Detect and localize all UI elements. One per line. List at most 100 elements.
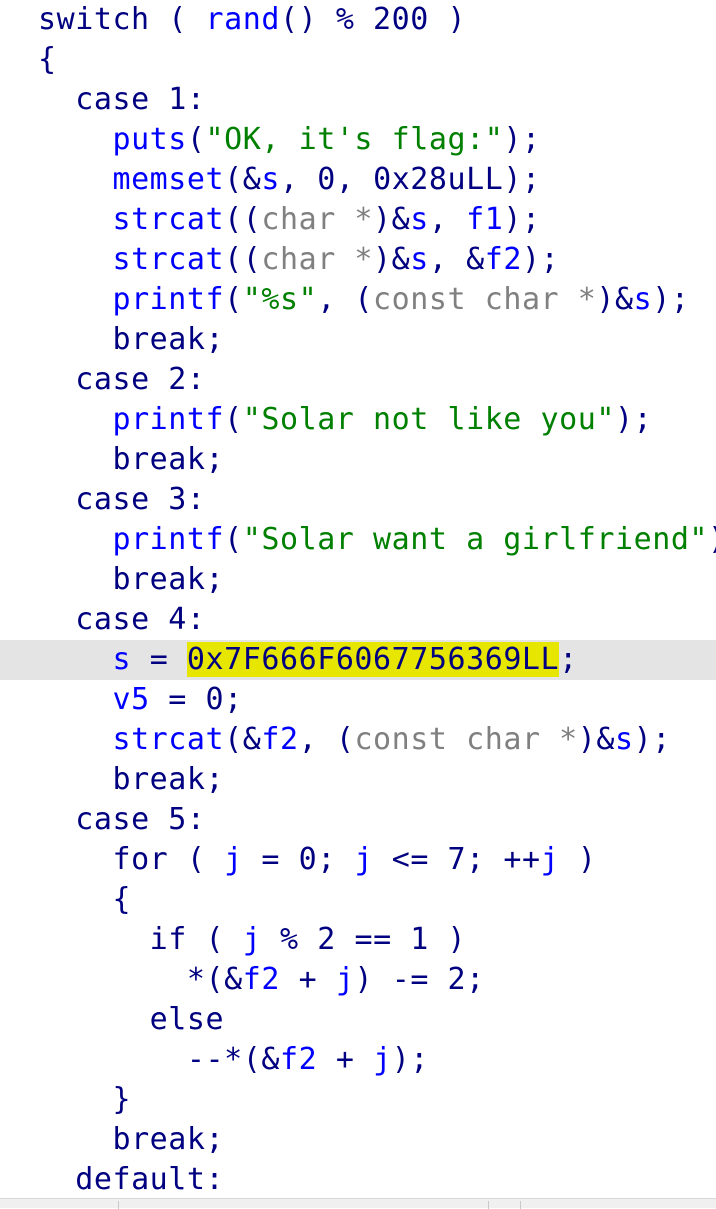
code-line[interactable]: } [0,1080,716,1120]
punctuation-token[interactable]: ); [392,1042,429,1077]
function-name-token[interactable]: memset [112,162,224,197]
variable-token[interactable]: s [410,242,429,277]
code-line[interactable]: { [0,40,716,80]
search-highlight-token[interactable]: 0x7F666F6067756369LL [186,642,560,677]
code-line[interactable]: case 1: [0,80,716,120]
punctuation-token[interactable]: ); [503,122,540,157]
keyword-token[interactable]: case [75,482,168,517]
punctuation-token[interactable]: ; [206,762,225,797]
punctuation-token[interactable]: ; [206,442,225,477]
string-literal-token[interactable]: "OK, it's flag:" [206,122,504,157]
keyword-token[interactable]: if [150,922,187,957]
code-line[interactable]: break; [0,320,716,360]
code-line[interactable]: puts("OK, it's flag:"); [0,120,716,160]
code-editor-pane[interactable]: switch ( rand() % 200 ){ case 1: puts("O… [0,0,716,1198]
number-token[interactable]: 3 [168,482,187,517]
variable-token[interactable]: j [373,1042,392,1077]
punctuation-token[interactable]: ; [466,842,503,877]
punctuation-token[interactable]: (( [224,202,261,237]
keyword-token[interactable]: break [112,442,205,477]
horizontal-scrollbar[interactable] [0,1198,716,1209]
punctuation-token[interactable]: (& [206,962,243,997]
punctuation-token[interactable]: ; [559,642,578,677]
number-token[interactable]: 2 [317,922,336,957]
number-token[interactable]: 2 [168,362,187,397]
number-token[interactable]: 0 [206,682,225,717]
number-token[interactable]: 0 [317,162,336,197]
punctuation-token[interactable]: ); [652,282,689,317]
code-line[interactable]: else [0,1000,716,1040]
variable-token[interactable]: j [243,922,262,957]
variable-token[interactable]: j [354,842,373,877]
type-cast-token[interactable]: char * [261,202,373,237]
keyword-token[interactable]: break [112,562,205,597]
type-cast-token[interactable]: const char * [354,722,577,757]
punctuation-token[interactable]: , & [429,242,485,277]
punctuation-token[interactable]: : [187,602,206,637]
punctuation-token[interactable]: (& [224,162,261,197]
code-line[interactable]: for ( j = 0; j <= 7; ++j ) [0,840,716,880]
punctuation-token[interactable]: ; [206,322,225,357]
type-cast-token[interactable]: char * [261,242,373,277]
punctuation-token[interactable]: ); [634,722,671,757]
function-name-token[interactable]: printf [112,282,224,317]
punctuation-token[interactable]: ) [429,2,466,37]
punctuation-token[interactable]: (& [224,722,261,757]
variable-token[interactable]: f2 [243,962,280,997]
punctuation-token[interactable]: ( [224,522,243,557]
function-name-token[interactable]: strcat [112,202,224,237]
keyword-token[interactable]: switch [38,2,150,37]
operator-token[interactable]: + [280,962,336,997]
operator-token[interactable]: = [150,682,206,717]
punctuation-token[interactable]: )& [578,722,615,757]
punctuation-token[interactable]: )& [373,202,410,237]
variable-token[interactable]: f1 [466,202,503,237]
code-line[interactable]: printf("%s", (const char *)&s); [0,280,716,320]
code-line[interactable]: case 4: [0,600,716,640]
code-line[interactable]: switch ( rand() % 200 ) [0,0,716,40]
number-token[interactable]: 7 [448,842,467,877]
punctuation-token[interactable]: ); [615,402,652,437]
code-line[interactable]: case 5: [0,800,716,840]
punctuation-token[interactable]: )& [596,282,633,317]
punctuation-token[interactable]: : [206,1162,225,1197]
keyword-token[interactable]: case [75,802,168,837]
string-literal-token[interactable]: "%s" [243,282,317,317]
code-line[interactable]: printf("Solar not like you"); [0,400,716,440]
function-name-token[interactable]: strcat [112,722,224,757]
code-line[interactable]: case 3: [0,480,716,520]
operator-token[interactable]: = [131,642,187,677]
code-line[interactable]: memset(&s, 0, 0x28uLL); [0,160,716,200]
variable-token[interactable]: s [634,282,653,317]
code-line[interactable]: { [0,880,716,920]
variable-token[interactable]: s [410,202,429,237]
punctuation-token[interactable]: ); [503,162,540,197]
punctuation-token[interactable]: ); [708,522,716,557]
number-token[interactable]: 200 [373,2,429,37]
operator-token[interactable]: ++ [503,842,540,877]
code-line[interactable]: if ( j % 2 == 1 ) [0,920,716,960]
operator-token[interactable]: + [317,1042,373,1077]
variable-token[interactable]: f2 [280,1042,317,1077]
punctuation-token[interactable]: { [38,42,57,77]
variable-token[interactable]: f2 [485,242,522,277]
keyword-token[interactable]: default [75,1162,205,1197]
keyword-token[interactable]: case [75,82,168,117]
code-line[interactable]: break; [0,760,716,800]
punctuation-token[interactable]: (& [243,1042,280,1077]
code-line[interactable]: v5 = 0; [0,680,716,720]
operator-token[interactable]: * [187,962,206,997]
type-cast-token[interactable]: const char * [373,282,596,317]
punctuation-token[interactable]: ) [354,962,373,997]
punctuation-token[interactable]: )& [373,242,410,277]
string-literal-token[interactable]: "Solar want a girlfriend" [243,522,708,557]
variable-token[interactable]: s [112,642,131,677]
code-line[interactable]: break; [0,440,716,480]
operator-token[interactable]: == [336,922,410,957]
code-line[interactable]: --*(&f2 + j); [0,1040,716,1080]
operator-token[interactable]: -= [373,962,447,997]
punctuation-token[interactable]: ( [224,402,243,437]
punctuation-token[interactable]: : [187,362,206,397]
punctuation-token[interactable]: : [187,482,206,517]
punctuation-token[interactable]: (( [224,242,261,277]
